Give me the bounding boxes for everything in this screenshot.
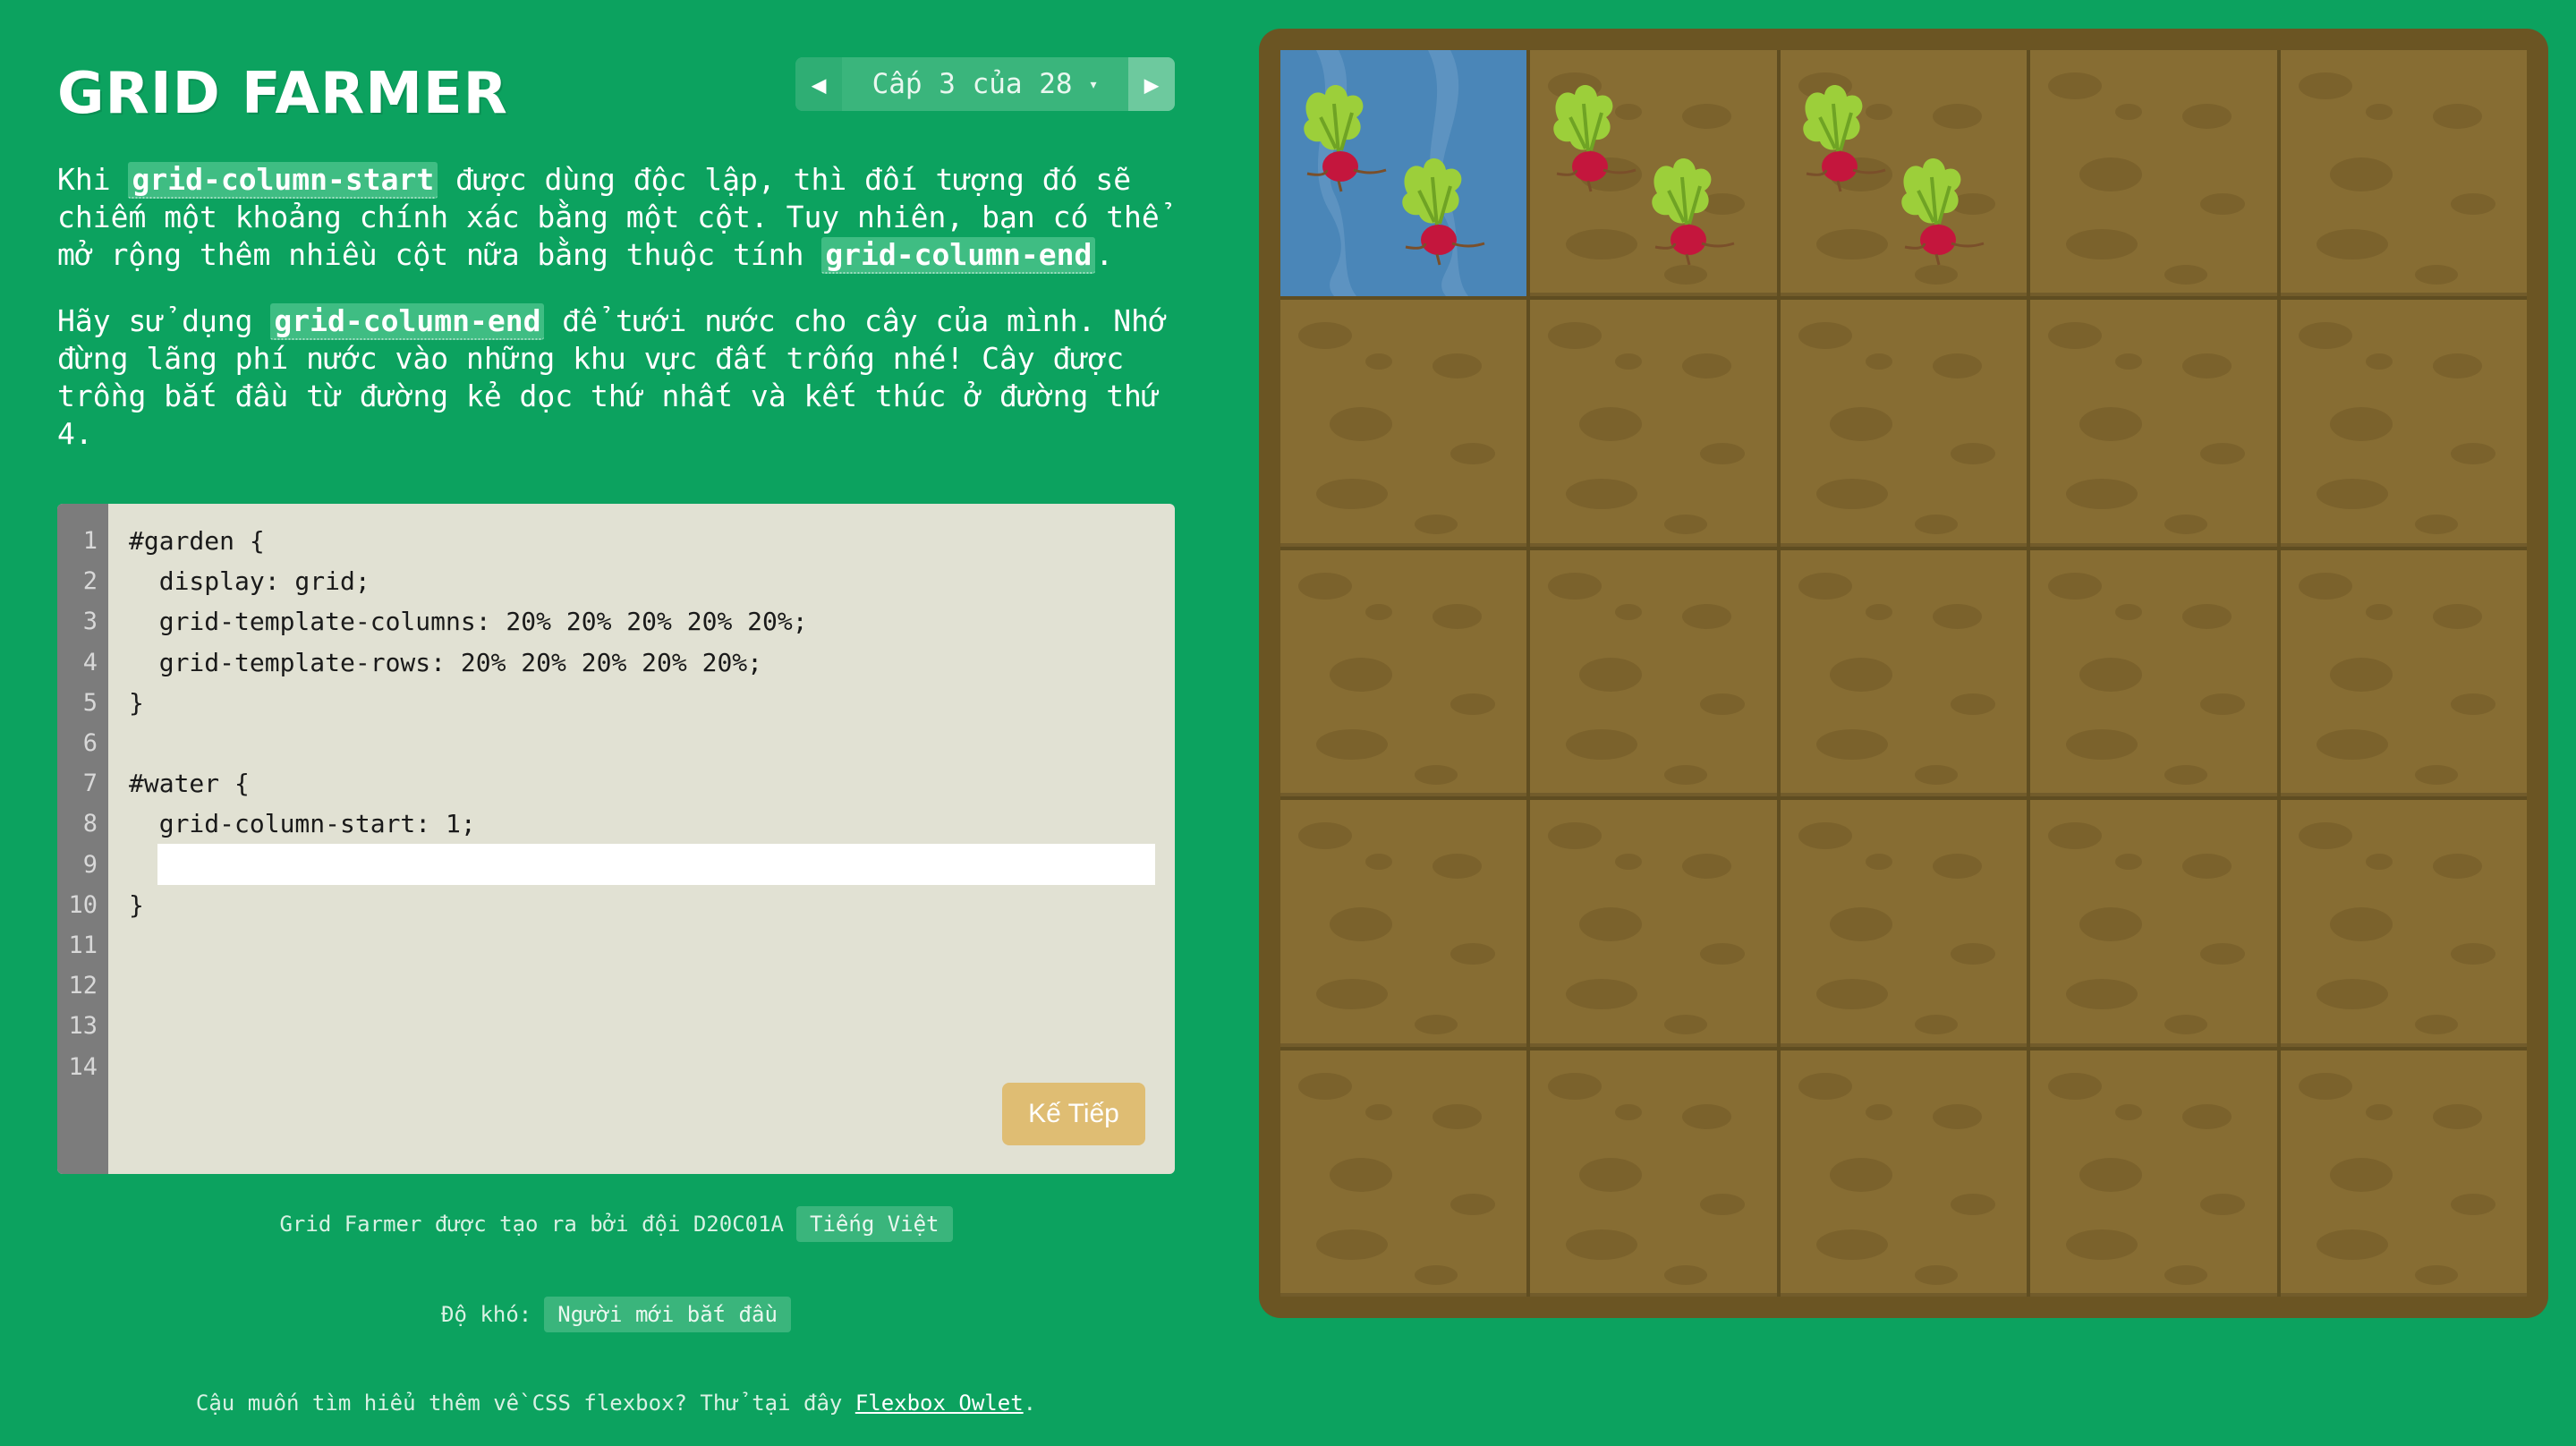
soil-tile — [2280, 300, 2527, 547]
line-number: 1 — [82, 527, 98, 555]
line-number: 6 — [82, 729, 98, 757]
line-number: 11 — [68, 931, 98, 959]
code-keyword[interactable]: grid-column-start — [128, 162, 438, 199]
soil-tile — [2280, 50, 2527, 297]
line-number: 2 — [82, 567, 98, 596]
soil-tile — [1530, 300, 1777, 547]
credits: Grid Farmer được tạo ra bởi đội D20C01A … — [57, 1206, 1175, 1242]
language-selector[interactable]: Tiếng Việt — [796, 1206, 953, 1242]
instructions-paragraph-2: Hãy sử dụng grid-column-end để tưới nước… — [57, 302, 1175, 453]
triangle-left-icon: ◀ — [811, 69, 827, 99]
line-number-gutter: 1 2 3 4 5 6 7 8 9 10 11 12 13 14 — [57, 504, 108, 1174]
code-keyword[interactable]: grid-column-end — [821, 237, 1096, 274]
soil-tile — [2030, 300, 2277, 547]
credits-text: Grid Farmer được tạo ra bởi đội D20C01A — [279, 1212, 785, 1237]
carrot-cell — [1780, 50, 2026, 296]
soil-tile — [1280, 549, 1527, 797]
beet-plant-icon — [1388, 150, 1504, 270]
caret-down-icon: ▾ — [1088, 74, 1099, 94]
next-level-button[interactable]: ▶ — [1128, 57, 1175, 111]
code-line: #garden { — [129, 526, 265, 556]
soil-tile — [1530, 1050, 1777, 1297]
instructions-panel: GRID FARMER ◀ Cấp 3 của 28 ▾ ▶ Khi grid-… — [57, 0, 1175, 1446]
code-line: grid-template-rows: 20% 20% 20% 20% 20%; — [129, 647, 763, 677]
soil-tile — [2030, 549, 2277, 797]
code-line: } — [129, 687, 144, 718]
difficulty-row: Độ khó: Người mới bắt đầu — [57, 1297, 1175, 1332]
line-number: 7 — [82, 770, 98, 798]
line-number: 3 — [82, 608, 98, 636]
flexbox-promo: Cậu muốn tìm hiểu thêm về CSS flexbox? T… — [57, 1391, 1175, 1416]
instructions-paragraph-1: Khi grid-column-start được dùng độc lập,… — [57, 161, 1175, 274]
line-number: 10 — [68, 890, 98, 919]
soil-tile — [1780, 300, 2028, 547]
soil-tile — [1530, 549, 1777, 797]
soil-tile — [1530, 800, 1777, 1047]
flexbox-promo-text: Cậu muốn tìm hiểu thêm về CSS flexbox? T… — [195, 1391, 1037, 1416]
soil-tile — [2280, 800, 2527, 1047]
code-keyword[interactable]: grid-column-end — [270, 303, 545, 340]
css-editor: 1 2 3 4 5 6 7 8 9 10 11 12 13 14 #garden { display: g… — [57, 504, 1175, 1174]
level-label: Cấp 3 của 28 — [871, 68, 1073, 100]
line-number: 4 — [82, 648, 98, 676]
line-number: 8 — [82, 810, 98, 838]
next-button[interactable]: Kế Tiếp — [1002, 1083, 1145, 1145]
soil-tile — [2280, 1050, 2527, 1297]
beet-plant-icon — [1637, 150, 1754, 270]
previous-level-button[interactable]: ◀ — [795, 57, 842, 111]
triangle-right-icon: ▶ — [1143, 69, 1160, 99]
garden-board — [1259, 29, 2548, 1318]
code-line: grid-template-columns: 20% 20% 20% 20% 2… — [129, 607, 808, 637]
difficulty-selector[interactable]: Người mới bắt đầu — [544, 1297, 791, 1332]
line-number: 9 — [82, 850, 98, 879]
soil-tile — [2030, 1050, 2277, 1297]
code-line: #water { — [129, 769, 250, 799]
level-navigator: ◀ Cấp 3 của 28 ▾ ▶ — [795, 57, 1175, 111]
soil-tile — [1780, 549, 2028, 797]
flexbox-owlet-link[interactable]: Flexbox Owlet — [855, 1391, 1024, 1416]
code-line: } — [129, 889, 144, 920]
soil-tile — [2280, 549, 2527, 797]
instructions-text: . — [1095, 237, 1114, 272]
code-line: grid-column-start: 1; — [129, 809, 476, 839]
line-number: 14 — [68, 1052, 98, 1081]
difficulty-label: Độ khó: — [441, 1302, 532, 1327]
carrot-cell — [1530, 50, 1776, 296]
soil-tile — [1280, 1050, 1527, 1297]
line-number: 13 — [68, 1012, 98, 1041]
soil-tile — [1780, 1050, 2028, 1297]
level-dropdown[interactable]: Cấp 3 của 28 ▾ — [842, 57, 1128, 111]
line-number: 5 — [82, 688, 98, 717]
soil-tile — [1280, 800, 1527, 1047]
app-title: GRID FARMER — [57, 61, 508, 127]
instructions-text: Hãy sử dụng — [57, 303, 271, 338]
beet-plant-icon — [1887, 150, 2003, 270]
code-line: display: grid; — [129, 566, 370, 597]
css-answer-input[interactable] — [157, 844, 1155, 885]
line-number: 12 — [68, 972, 98, 1000]
soil-tile — [2030, 50, 2277, 297]
soil-tile — [2030, 800, 2277, 1047]
soil-tile — [1280, 300, 1527, 547]
soil-tile — [1780, 800, 2028, 1047]
instructions-text: Khi — [57, 162, 129, 197]
carrot-cell — [1280, 50, 1526, 296]
